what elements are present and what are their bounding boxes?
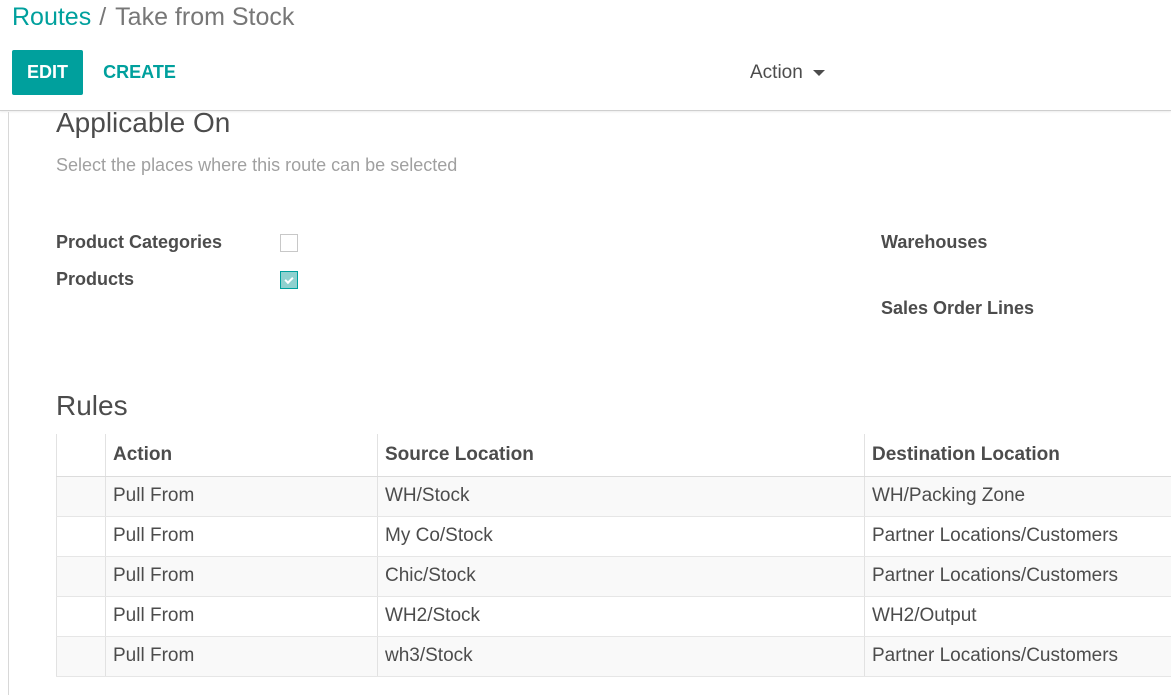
breadcrumb-routes-link[interactable]: Routes: [12, 3, 91, 31]
rule-source-cell: Chic/Stock: [377, 556, 865, 597]
table-row[interactable]: Pull From WH2/Stock WH2/Output: [56, 596, 1171, 637]
rule-source-cell: WH2/Stock: [377, 596, 865, 637]
rule-destination-cell: WH2/Output: [864, 596, 1171, 637]
breadcrumb: Routes / Take from Stock: [12, 2, 294, 32]
rule-source-cell: WH/Stock: [377, 476, 865, 517]
rule-destination-cell: WH/Packing Zone: [864, 476, 1171, 517]
rule-destination-cell: Partner Locations/Customers: [864, 516, 1171, 557]
rules-title: Rules: [56, 390, 128, 421]
rule-source-cell: wh3/Stock: [377, 636, 865, 677]
breadcrumb-current: Take from Stock: [115, 3, 295, 31]
rule-source-cell: My Co/Stock: [377, 516, 865, 557]
table-row[interactable]: Pull From My Co/Stock Partner Locations/…: [56, 516, 1171, 557]
table-header-row: Action Source Location Destination Locat…: [56, 434, 1171, 477]
action-dropdown-label: Action: [750, 61, 803, 83]
rule-action-cell: Pull From: [105, 556, 378, 597]
warehouses-label: Warehouses: [881, 232, 988, 252]
breadcrumb-separator: /: [99, 3, 107, 31]
edit-button[interactable]: EDIT: [12, 50, 83, 95]
check-icon: [284, 274, 294, 284]
column-header-destination-location[interactable]: Destination Location: [864, 434, 1171, 477]
action-dropdown[interactable]: Action: [743, 50, 832, 95]
products-label: Products: [56, 269, 135, 289]
product-categories-label: Product Categories: [56, 232, 223, 252]
applicable-on-help: Select the places where this route can b…: [56, 155, 458, 175]
applicable-on-title: Applicable On: [56, 107, 231, 138]
rule-action-cell: Pull From: [105, 476, 378, 517]
row-handle-cell: [56, 476, 106, 517]
create-button[interactable]: CREATE: [92, 50, 187, 95]
table-row[interactable]: Pull From WH/Stock WH/Packing Zone: [56, 476, 1171, 517]
row-handle-cell: [56, 556, 106, 597]
control-panel: Routes / Take from Stock EDIT CREATE Actio…: [0, 0, 1171, 111]
sales-order-lines-label: Sales Order Lines: [881, 298, 1035, 318]
rule-destination-cell: Partner Locations/Customers: [864, 636, 1171, 677]
rule-action-cell: Pull From: [105, 516, 378, 557]
product-categories-checkbox[interactable]: [280, 234, 298, 252]
table-row[interactable]: Pull From Chic/Stock Partner Locations/C…: [56, 556, 1171, 597]
caret-down-icon: [812, 69, 825, 76]
handle-column-header: [56, 434, 106, 477]
row-handle-cell: [56, 636, 106, 677]
products-checkbox[interactable]: [280, 271, 298, 289]
row-handle-cell: [56, 516, 106, 557]
column-header-action[interactable]: Action: [105, 434, 378, 477]
rule-destination-cell: Partner Locations/Customers: [864, 556, 1171, 597]
rule-action-cell: Pull From: [105, 596, 378, 637]
table-row[interactable]: Pull From wh3/Stock Partner Locations/Cu…: [56, 636, 1171, 677]
rule-action-cell: Pull From: [105, 636, 378, 677]
form-sheet-border: [8, 112, 9, 695]
rules-table: Action Source Location Destination Locat…: [56, 434, 1171, 677]
column-header-source-location[interactable]: Source Location: [377, 434, 865, 477]
row-handle-cell: [56, 596, 106, 637]
